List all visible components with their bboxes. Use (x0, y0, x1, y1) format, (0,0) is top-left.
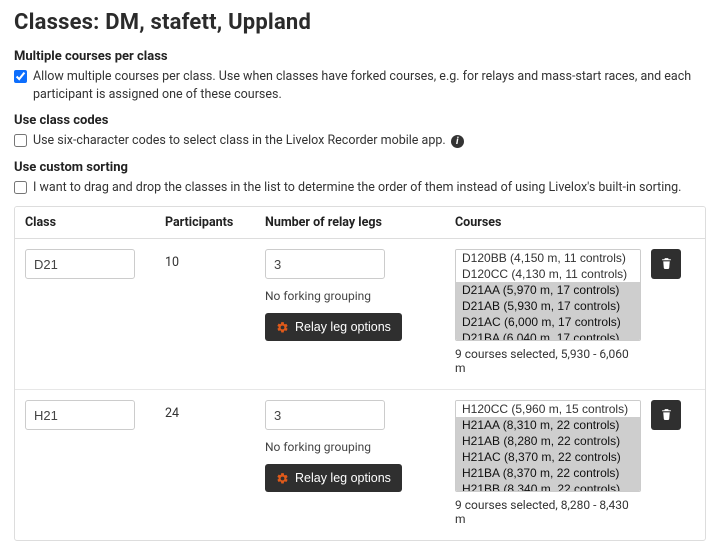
course-option[interactable]: D120CC (4,130 m, 11 controls) (456, 266, 640, 282)
relay-legs-input[interactable] (265, 400, 385, 430)
col-header-legs: Number of relay legs (265, 215, 445, 230)
course-option[interactable]: H21AA (8,310 m, 22 controls) (456, 417, 640, 433)
page-title: Classes: DM, stafett, Uppland (14, 10, 706, 35)
gear-icon (276, 472, 289, 485)
course-option[interactable]: H120CC (5,960 m, 15 controls) (456, 401, 640, 417)
custom-sorting-heading: Use custom sorting (14, 160, 706, 175)
custom-sorting-checkbox[interactable] (14, 181, 27, 194)
multiple-courses-label[interactable]: Allow multiple courses per class. Use wh… (33, 68, 706, 103)
col-header-courses: Courses (455, 215, 641, 230)
class-codes-heading: Use class codes (14, 113, 706, 128)
gear-icon (276, 321, 289, 334)
relay-legs-input[interactable] (265, 249, 385, 279)
course-option[interactable]: H21AB (8,280 m, 22 controls) (456, 433, 640, 449)
col-header-class: Class (25, 215, 155, 230)
relay-leg-options-label: Relay leg options (295, 471, 391, 485)
course-option[interactable]: H21AC (8,370 m, 22 controls) (456, 449, 640, 465)
forking-grouping-text: No forking grouping (265, 289, 445, 303)
class-name-input[interactable] (25, 249, 135, 279)
trash-icon (660, 256, 673, 273)
course-option[interactable]: D21AA (5,970 m, 17 controls) (456, 282, 640, 298)
option-class-codes: Use class codes Use six-character codes … (14, 113, 706, 150)
course-option[interactable]: H21BB (8,340 m, 22 controls) (456, 481, 640, 492)
course-option[interactable]: D21BA (6,040 m, 17 controls) (456, 330, 640, 341)
classes-table: Class Participants Number of relay legs … (14, 206, 706, 541)
option-multiple-courses: Multiple courses per class Allow multipl… (14, 49, 706, 103)
course-option[interactable]: D120BB (4,150 m, 11 controls) (456, 250, 640, 266)
course-option[interactable]: D21AC (6,000 m, 17 controls) (456, 314, 640, 330)
multiple-courses-checkbox[interactable] (14, 70, 27, 83)
option-custom-sorting: Use custom sorting I want to drag and dr… (14, 160, 706, 197)
course-option[interactable]: D21AB (5,930 m, 17 controls) (456, 298, 640, 314)
forking-grouping-text: No forking grouping (265, 440, 445, 454)
table-header-row: Class Participants Number of relay legs … (15, 207, 705, 239)
col-header-participants: Participants (165, 215, 255, 230)
participants-value: 10 (165, 249, 255, 270)
courses-select[interactable]: D120BB (4,150 m, 11 controls)D120CC (4,1… (455, 249, 641, 341)
multiple-courses-heading: Multiple courses per class (14, 49, 706, 64)
relay-leg-options-button[interactable]: Relay leg options (265, 464, 402, 492)
custom-sorting-label[interactable]: I want to drag and drop the classes in t… (33, 179, 706, 197)
class-codes-label[interactable]: Use six-character codes to select class … (33, 132, 706, 150)
participants-value: 24 (165, 400, 255, 421)
delete-row-button[interactable] (651, 400, 681, 430)
courses-summary: 9 courses selected, 5,930 - 6,060 m (455, 347, 641, 375)
course-option[interactable]: H21BA (8,370 m, 22 controls) (456, 465, 640, 481)
courses-select[interactable]: H120CC (5,960 m, 15 controls)H21AA (8,31… (455, 400, 641, 492)
courses-summary: 9 courses selected, 8,280 - 8,430 m (455, 498, 641, 526)
delete-row-button[interactable] (651, 249, 681, 279)
class-name-input[interactable] (25, 400, 135, 430)
relay-leg-options-label: Relay leg options (295, 320, 391, 334)
trash-icon (660, 407, 673, 424)
table-row: 10 No forking grouping Relay leg options D1… (15, 239, 705, 390)
info-icon[interactable]: i (451, 135, 464, 148)
relay-leg-options-button[interactable]: Relay leg options (265, 313, 402, 341)
class-codes-checkbox[interactable] (14, 134, 27, 147)
